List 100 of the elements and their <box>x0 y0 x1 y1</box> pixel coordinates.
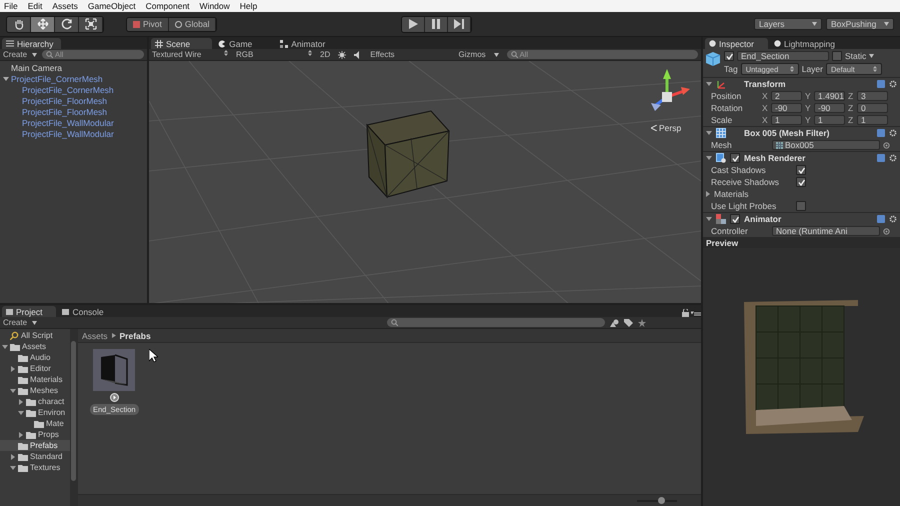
playback-button[interactable] <box>448 16 472 32</box>
static-checkbox[interactable] <box>832 51 842 61</box>
object-field[interactable]: None (Runtime Ani <box>772 226 880 236</box>
menu-item[interactable]: Help <box>240 1 258 11</box>
hierarchy-item[interactable]: ProjectFile_WallModular <box>0 128 147 139</box>
folder-item[interactable]: All Script <box>0 330 70 341</box>
create-button[interactable]: Create <box>3 318 28 327</box>
folder-item[interactable]: Props <box>0 429 70 440</box>
component-header[interactable]: Mesh Renderer <box>703 151 900 164</box>
checkbox[interactable] <box>796 165 806 175</box>
cursor-icon <box>148 349 158 362</box>
2d-toggle[interactable]: 2D <box>320 50 330 59</box>
globe-icon <box>174 20 182 28</box>
folder-item[interactable]: Meshes <box>0 385 70 396</box>
property-label: Rotation <box>711 103 744 113</box>
checkbox[interactable] <box>796 201 806 211</box>
menu-item[interactable]: Edit <box>28 1 42 11</box>
number-field[interactable]: -90 <box>814 103 845 113</box>
playback-button[interactable] <box>402 16 426 32</box>
number-field[interactable]: -90 <box>771 103 802 113</box>
folder-item[interactable]: Mate <box>0 418 70 429</box>
breadcrumb-link[interactable]: Assets <box>82 330 108 340</box>
folder-item[interactable]: Assets <box>0 341 70 352</box>
number-field[interactable]: 1 <box>771 115 802 125</box>
folder-item[interactable]: Textures <box>0 462 70 473</box>
shading-dropdown[interactable]: Textured Wire <box>152 50 228 59</box>
folder-item[interactable]: charact <box>0 396 70 407</box>
effects-dropdown[interactable]: Effects <box>370 50 395 59</box>
checkbox[interactable] <box>796 177 806 187</box>
playback-button[interactable] <box>425 16 448 32</box>
pivot-button[interactable]: Pivot <box>127 18 169 30</box>
hierarchy-item[interactable]: ProjectFile_FloorMesh <box>0 95 147 106</box>
view-tab[interactable]: Animator <box>276 38 348 49</box>
component-header[interactable]: Transform <box>703 77 900 90</box>
menu-item[interactable]: Assets <box>52 1 78 11</box>
search-field[interactable] <box>387 318 606 327</box>
hierarchy-item[interactable]: Main Camera <box>0 62 147 73</box>
help-icon <box>877 215 885 223</box>
expanded-arrow-icon <box>706 216 712 222</box>
name-field[interactable]: End_Section <box>737 51 829 61</box>
axis-label: Z <box>848 115 854 125</box>
gizmos-dropdown[interactable]: Gizmos <box>458 50 486 59</box>
number-field[interactable]: 1.4901 <box>814 91 845 101</box>
materials-foldout[interactable]: Materials <box>703 188 900 200</box>
hand-icon <box>12 18 24 30</box>
number-field[interactable]: 2 <box>771 91 802 101</box>
axis-label: Y <box>805 115 811 125</box>
active-checkbox[interactable] <box>724 51 734 61</box>
render-mode-dropdown[interactable]: RGB <box>236 50 312 59</box>
folder-icon <box>6 308 13 314</box>
tool-button[interactable] <box>31 16 55 32</box>
enabled-checkbox[interactable] <box>730 153 740 163</box>
object-field[interactable]: Box005 <box>772 140 880 150</box>
panel-tab[interactable]: Console <box>58 306 118 317</box>
number-field[interactable]: 3 <box>857 91 888 101</box>
component-header[interactable]: Box 005 (Mesh Filter) <box>703 126 900 139</box>
folder-item[interactable]: Prefabs <box>0 440 70 451</box>
inspector-tab[interactable]: Inspector <box>705 38 768 49</box>
hierarchy-tab[interactable]: Hierarchy <box>2 38 62 49</box>
menu-item[interactable]: GameObject <box>88 1 136 11</box>
expanded-arrow-icon <box>3 76 9 82</box>
tool-button[interactable] <box>79 16 103 32</box>
axis-label: Y <box>805 91 811 101</box>
menu-item[interactable]: File <box>4 1 18 11</box>
menu-item[interactable]: Window <box>200 1 230 11</box>
panel-tab[interactable]: Project <box>2 306 56 317</box>
layers-dropdown[interactable]: Layers <box>754 18 822 30</box>
menu-item[interactable]: Component <box>146 1 190 11</box>
view-tab[interactable]: Scene <box>151 38 212 49</box>
folder-item[interactable]: Standard <box>0 451 70 462</box>
shapes-icon <box>610 318 620 326</box>
search-icon <box>46 51 54 58</box>
layout-dropdown[interactable]: BoxPushing <box>826 18 894 30</box>
hierarchy-item[interactable]: ProjectFile_CornerMesh <box>0 73 147 84</box>
create-button[interactable]: Create <box>3 50 28 59</box>
global-button[interactable]: Global <box>168 18 216 30</box>
number-field[interactable]: 1 <box>814 115 845 125</box>
inspector-tab[interactable]: Lightmapping <box>770 38 850 49</box>
number-field[interactable]: 1 <box>857 115 888 125</box>
mesh-render-icon <box>716 153 726 163</box>
projection-label[interactable]: Persp <box>651 123 682 133</box>
tool-button[interactable] <box>7 16 31 32</box>
axes-icon <box>716 79 726 89</box>
hierarchy-item[interactable]: ProjectFile_FloorMesh <box>0 106 147 117</box>
help-icon <box>877 129 885 137</box>
slider-thumb[interactable] <box>658 497 665 504</box>
tool-button[interactable] <box>55 16 79 32</box>
component-header[interactable]: Animator <box>703 212 900 225</box>
folder-item[interactable]: Environ <box>0 407 70 418</box>
number-field[interactable]: 0 <box>857 103 888 113</box>
caret-icon <box>32 320 38 324</box>
breadcrumb-link[interactable]: Prefabs <box>120 330 151 340</box>
folder-item[interactable]: Audio <box>0 352 70 363</box>
enabled-checkbox[interactable] <box>730 214 740 224</box>
folder-item[interactable]: Materials <box>0 374 70 385</box>
hierarchy-item[interactable]: ProjectFile_WallModular <box>0 117 147 128</box>
folder-item[interactable]: Editor <box>0 363 70 374</box>
hierarchy-item[interactable]: ProjectFile_CornerMesh <box>0 84 147 95</box>
target-icon <box>883 142 890 148</box>
view-tab[interactable]: Game <box>214 38 274 49</box>
